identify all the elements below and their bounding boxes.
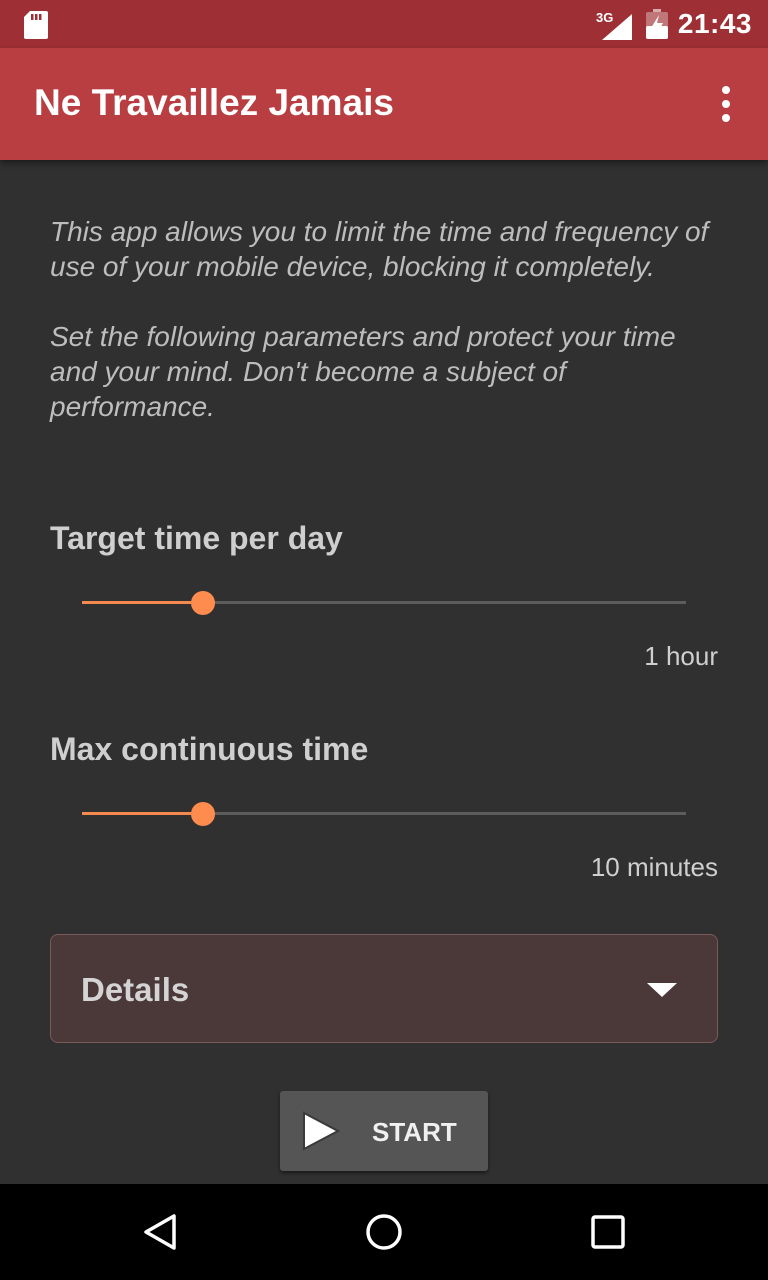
back-icon[interactable] [140, 1212, 180, 1252]
max-continuous-value: 10 minutes [590, 852, 718, 882]
overflow-menu-icon[interactable] [710, 84, 742, 124]
app-bar: Ne Travaillez Jamais [0, 48, 768, 160]
start-label: START [372, 1117, 457, 1147]
battery-charging-icon [646, 9, 668, 39]
status-bar: 3G 21:43 [0, 0, 768, 48]
slider-fill [82, 601, 203, 604]
intro-paragraph: Set the following parameters and protect… [50, 321, 676, 422]
details-expander[interactable]: Details [50, 934, 718, 1043]
slider-thumb[interactable] [190, 591, 215, 615]
intro-text: This app allows you to limit the time an… [50, 214, 730, 459]
status-clock: 21:43 [677, 8, 752, 39]
caret-down-icon [647, 983, 677, 997]
max-continuous-slider[interactable] [82, 794, 686, 834]
play-icon [303, 1111, 340, 1151]
home-icon[interactable] [364, 1212, 404, 1252]
slider-thumb[interactable] [190, 802, 215, 826]
details-label: Details [81, 971, 190, 1008]
cellular-signal-icon: 3G [596, 10, 632, 40]
app-title: Ne Travaillez Jamais [34, 82, 394, 123]
target-time-slider[interactable] [82, 583, 686, 623]
navigation-bar [0, 1184, 768, 1280]
target-time-value: 1 hour [644, 641, 718, 671]
sd-card-icon [24, 11, 48, 39]
start-button[interactable]: START [280, 1091, 488, 1171]
target-time-label: Target time per day [50, 520, 343, 556]
slider-fill [82, 812, 203, 815]
max-continuous-label: Max continuous time [50, 731, 369, 767]
recents-icon[interactable] [588, 1212, 628, 1252]
intro-paragraph: This app allows you to limit the time an… [50, 216, 709, 282]
